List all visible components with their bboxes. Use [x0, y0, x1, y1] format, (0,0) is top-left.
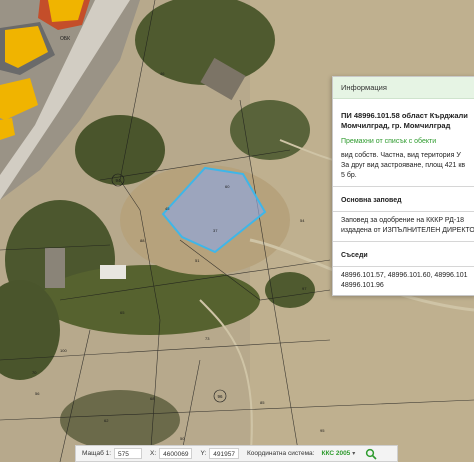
parcel-number-label: 37: [213, 228, 218, 233]
parcel-number-label: 73: [205, 336, 210, 341]
parcel-number-label: 97: [302, 286, 307, 291]
divider: [333, 211, 474, 212]
remove-from-list-link[interactable]: Премахни от списък с обекти: [341, 137, 474, 147]
x-label: X:: [150, 450, 157, 457]
divider: [333, 241, 474, 242]
divider: [333, 266, 474, 267]
parcel-title-line1: ПИ 48996.101.58 област Кърджали: [341, 111, 468, 120]
y-label: Y:: [200, 450, 207, 457]
info-panel-header: Информация: [333, 77, 474, 99]
neighbors-line1: 48996.101.57, 48996.101.60, 48996.101: [341, 272, 468, 279]
coordinate-bar: Мащаб 1: 575 X: 4600069 Y: 491957 Коорди…: [75, 445, 398, 462]
neighbors-line2: 48996.101.96: [341, 282, 384, 289]
parcel-number-label: 46: [160, 71, 165, 76]
building-label: ОБК: [60, 36, 70, 42]
parcel-number-label: 50: [180, 436, 185, 441]
parcel-number-label: 95: [320, 428, 325, 433]
y-coordinate-field[interactable]: 491957: [209, 448, 239, 459]
parcel-title-line2: Момчилград, гр. Момчилград: [341, 121, 451, 130]
info-panel: Информация ПИ 48996.101.58 област Кърджа…: [332, 76, 474, 296]
coordinate-system-label: Координатна система:: [246, 450, 315, 457]
divider: [333, 186, 474, 187]
scale-label: Мащаб 1:: [82, 450, 112, 457]
parcel-desc-line3: 5 бр.: [341, 172, 357, 179]
parcel-number-label: 68: [150, 396, 155, 401]
chevron-down-icon[interactable]: ▾: [352, 450, 355, 457]
order-line2: издадена от ИЗПЪЛНИТЕЛЕН ДИРЕКТО: [341, 227, 474, 234]
parcel-number-label: 62: [104, 418, 109, 423]
parcel-number-label: 65: [120, 310, 125, 315]
parcel-desc-line1: вид собств. Частна, вид територия У: [341, 152, 461, 159]
parcel-desc-line2: За друг вид застрояване, площ 421 кв: [341, 162, 466, 169]
parcel-number-label: 60: [225, 184, 230, 189]
parcel-number-label: 88: [140, 238, 145, 243]
parcel-number-label: 100: [60, 348, 67, 353]
circle-label-96: 96: [217, 394, 223, 399]
parcel-number-label: 70: [32, 370, 37, 375]
parcel-number-label: 56: [35, 391, 40, 396]
circle-label-94: 94: [115, 178, 121, 183]
parcel-number-label: 45: [165, 206, 170, 211]
search-icon[interactable]: [365, 448, 377, 460]
scale-input[interactable]: 575: [114, 448, 143, 459]
parcel-number-label: 54: [300, 218, 305, 223]
section-main-order: Основна заповед: [341, 197, 402, 204]
section-neighbors: Съседи: [341, 252, 368, 259]
order-line1: Заповед за одобрение на КККР РД-18: [341, 217, 464, 224]
parcel-number-label: 85: [260, 400, 265, 405]
parcel-number-label: 51: [195, 258, 200, 263]
coordinate-system-select[interactable]: ККС 2005: [321, 450, 350, 457]
x-coordinate-field[interactable]: 4600069: [159, 448, 193, 459]
